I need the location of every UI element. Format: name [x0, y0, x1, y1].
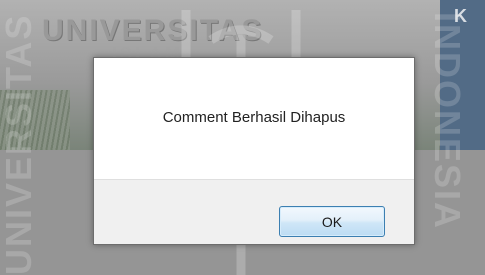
watermark-text-right: INDONESIA	[427, 12, 468, 231]
dialog-footer: OK	[94, 179, 414, 244]
dialog-body: Comment Berhasil Dihapus	[94, 58, 414, 179]
dialog-message: Comment Berhasil Dihapus	[162, 109, 346, 126]
alert-dialog: Comment Berhasil Dihapus OK	[93, 57, 415, 245]
watermark-text-left: UNIVERSITAS	[0, 13, 39, 275]
ok-button[interactable]: OK	[279, 206, 385, 237]
